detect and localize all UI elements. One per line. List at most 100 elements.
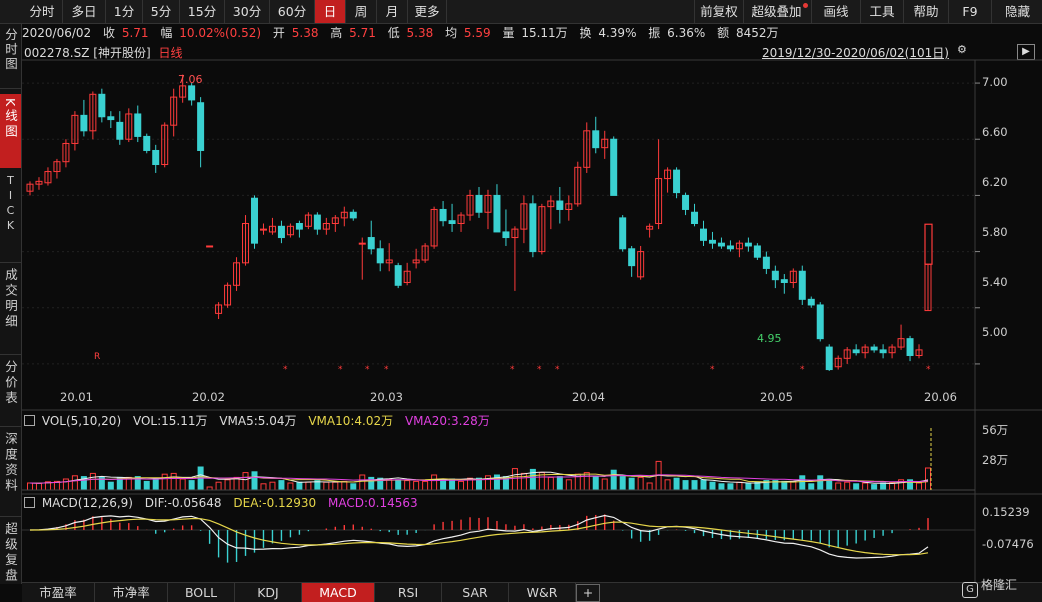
volume-bar <box>826 478 833 491</box>
candle-body <box>152 149 160 166</box>
tab-sar[interactable]: SAR <box>442 583 509 602</box>
candle-body <box>807 298 815 306</box>
candle-body <box>556 200 564 210</box>
volume-bar <box>565 479 572 491</box>
tab-macd[interactable]: MACD <box>302 583 375 602</box>
event-marker: * <box>384 365 389 375</box>
candle-body <box>197 102 205 151</box>
candle-body <box>610 138 618 196</box>
volume-bar <box>844 481 851 491</box>
volume-bar <box>413 480 420 491</box>
candle-body <box>475 194 483 213</box>
candle-body <box>870 346 878 351</box>
volume-bar <box>260 483 267 491</box>
candle-body <box>673 169 681 194</box>
add-tab-button[interactable]: + <box>576 584 600 602</box>
volume-bar <box>673 477 680 491</box>
volume-bar <box>862 482 869 491</box>
candle-body <box>134 113 142 137</box>
candle-body <box>394 265 402 286</box>
candle-body <box>816 304 824 340</box>
vma5-value: VMA5:5.04万 <box>219 414 297 428</box>
volume-bar <box>242 472 249 491</box>
r-marker: R <box>94 352 101 362</box>
volume-bar <box>799 475 806 491</box>
panel-toggle-icon[interactable] <box>24 497 35 508</box>
volume-bar <box>71 475 78 491</box>
volume-bar <box>89 472 96 491</box>
candle-body <box>852 349 860 354</box>
macd-value: MACD:0.14563 <box>328 496 418 510</box>
volume-bar <box>27 482 33 491</box>
event-marker: * <box>800 365 805 375</box>
volume-bar <box>736 481 743 491</box>
volume-bar <box>404 480 411 491</box>
candle-body <box>628 248 636 267</box>
candle-body <box>708 239 716 244</box>
volume-bar <box>35 482 42 491</box>
volume-bar <box>395 479 402 491</box>
volume-bar <box>790 480 797 491</box>
candle-body <box>349 211 357 219</box>
candle-body <box>80 114 88 132</box>
candle-body <box>726 245 734 250</box>
candles-layer: * * * * * * * * * * <box>26 74 933 375</box>
candle-body <box>744 242 752 247</box>
volume-bar <box>610 469 617 491</box>
candle-body <box>825 346 833 371</box>
volume-bar <box>556 476 563 491</box>
tab-boll[interactable]: BOLL <box>168 583 235 602</box>
candle-body <box>879 349 887 354</box>
volume-bar <box>62 478 69 491</box>
candle-body <box>143 135 151 151</box>
tab-pe[interactable]: 市盈率 <box>22 583 95 602</box>
volume-bar <box>341 480 348 491</box>
volume-bar <box>871 484 878 491</box>
event-marker: * <box>537 365 542 375</box>
volume-bar <box>916 482 923 491</box>
event-marker: * <box>555 365 560 375</box>
volume-bar <box>323 481 330 491</box>
candle-body <box>682 194 690 210</box>
date-tick: 20.04 <box>572 390 605 404</box>
volume-bar <box>709 481 716 491</box>
date-tick: 20.05 <box>760 390 793 404</box>
tab-kdj[interactable]: KDJ <box>235 583 302 602</box>
volume-bar <box>278 480 285 491</box>
panel-toggle-icon[interactable] <box>24 415 35 426</box>
tab-rsi[interactable]: RSI <box>375 583 442 602</box>
candle-body <box>116 121 124 140</box>
candle-body <box>717 242 725 247</box>
volume-bar <box>700 479 707 491</box>
candle-body <box>700 228 707 241</box>
candle-body <box>251 197 258 244</box>
macd-panel-header: MACD(12,26,9) DIF:-0.05648 DEA:-0.12930 … <box>24 496 418 510</box>
volume-bar <box>188 480 195 491</box>
event-marker: * <box>365 365 370 375</box>
volume-bar <box>296 481 303 491</box>
volume-bar <box>925 467 931 491</box>
volume-indicator-label: VOL(5,10,20) <box>41 414 122 428</box>
kline-chart[interactable]: * * * * * * * * * * <box>0 0 1042 601</box>
macd-layer <box>22 514 975 563</box>
event-marker: * <box>338 365 343 375</box>
candle-body <box>448 220 456 224</box>
volume-bar <box>161 473 168 491</box>
price-tick: 5.80 <box>982 225 1008 239</box>
volume-bar <box>332 481 339 491</box>
brand-logo: G 格隆汇 <box>962 576 1017 598</box>
tab-wr[interactable]: W&R <box>509 583 576 602</box>
tab-pb[interactable]: 市净率 <box>95 583 168 602</box>
dea-value: DEA:-0.12930 <box>233 496 317 510</box>
candle-body <box>188 85 196 101</box>
candle-body <box>529 203 537 253</box>
volume-bar <box>781 480 788 491</box>
candle-body <box>771 270 779 281</box>
candle-body <box>502 231 510 239</box>
candle-body <box>619 217 627 250</box>
macd-tick: -0.07476 <box>982 537 1034 551</box>
high-annotation: 7.06 <box>178 73 203 86</box>
candle-body <box>376 248 384 264</box>
candle-body <box>277 225 285 239</box>
volume-bar <box>431 474 438 491</box>
